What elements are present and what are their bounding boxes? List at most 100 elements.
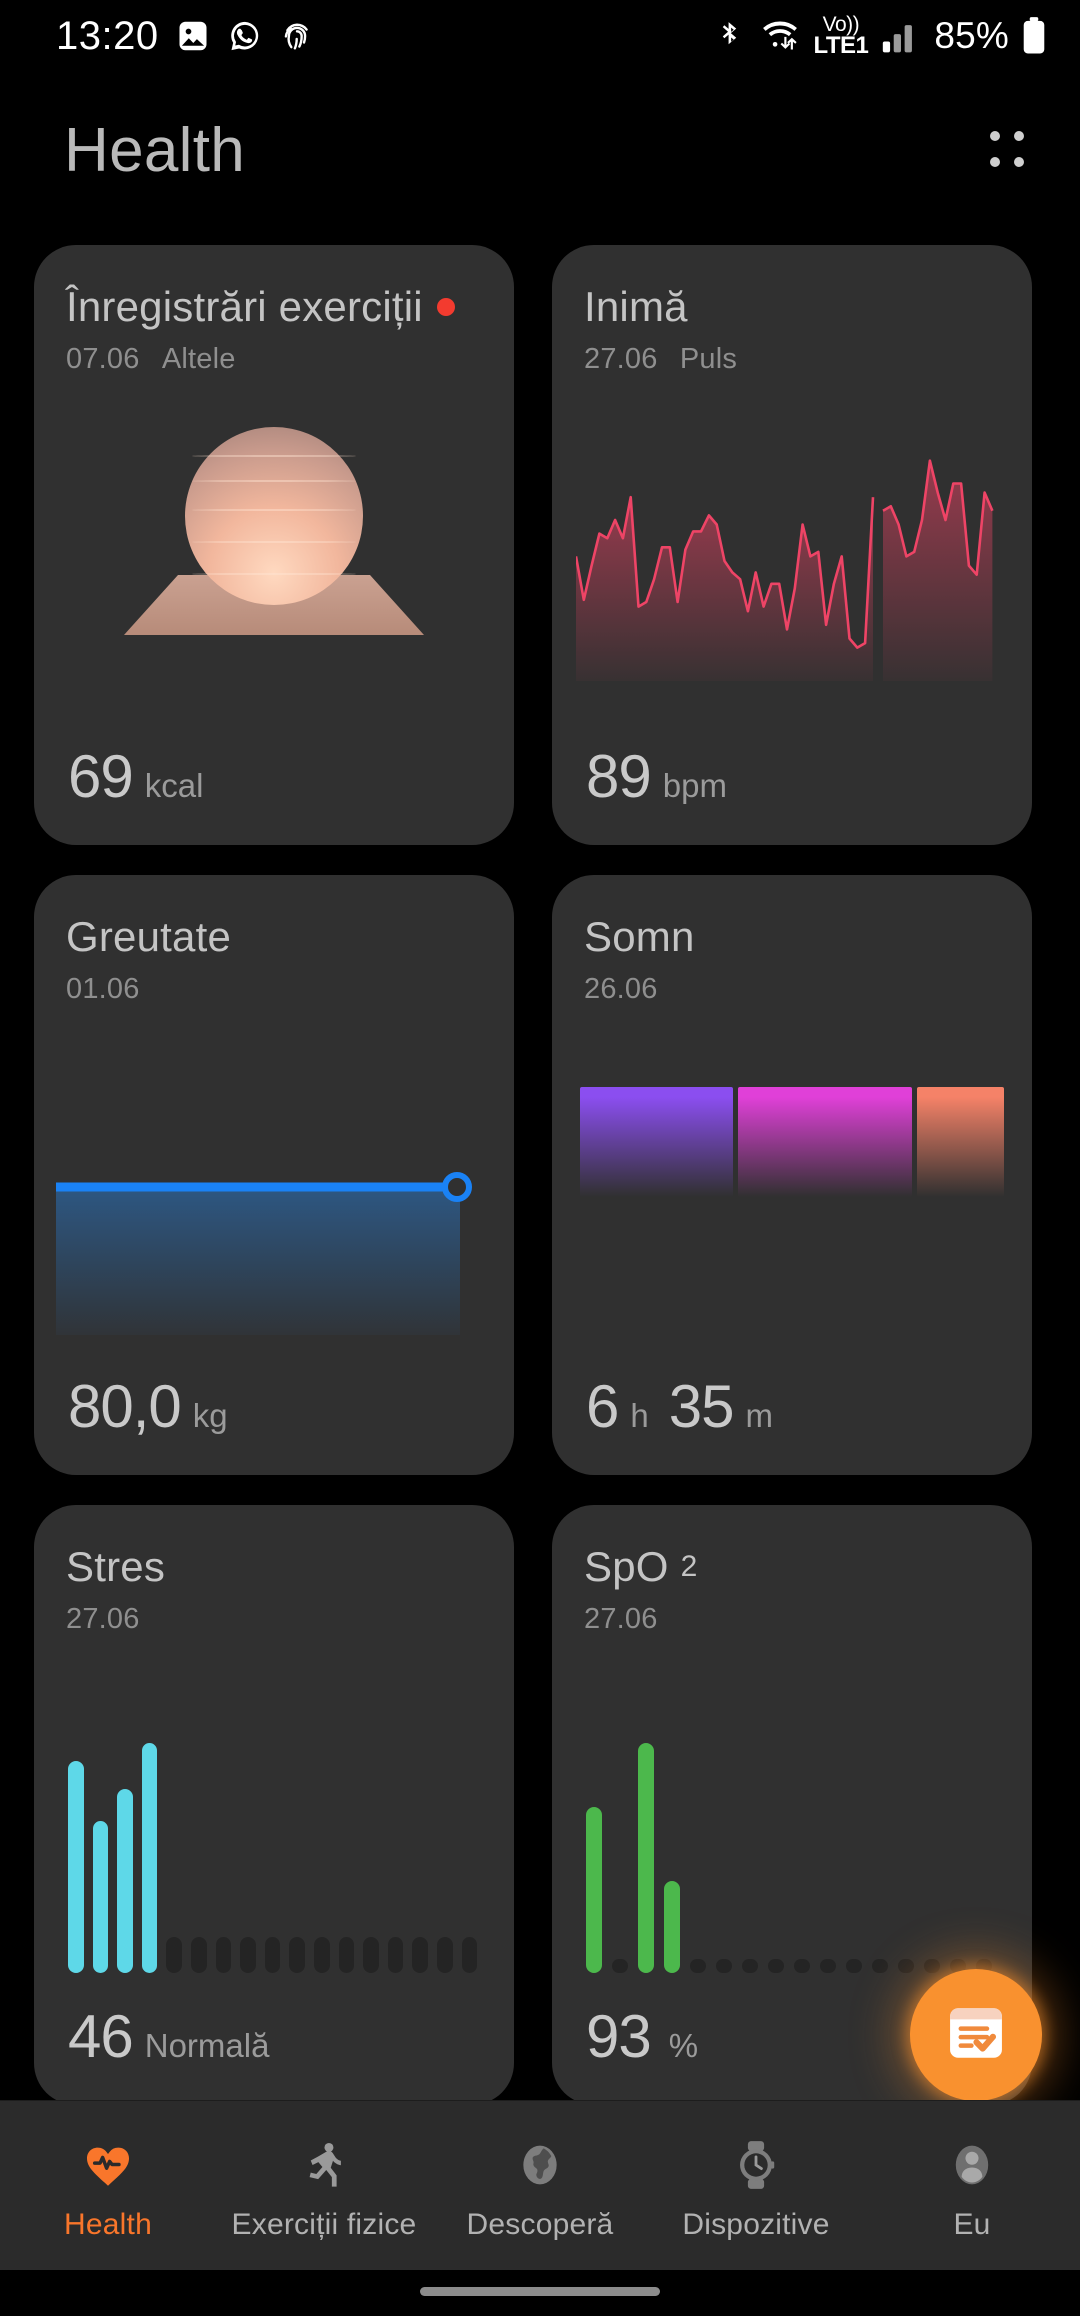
health-cards-grid: Înregistrări exerciții 07.06 Altele 69 k… xyxy=(34,245,1046,2105)
card-value-row: 6 h 35 m xyxy=(586,1372,773,1441)
card-unit-minutes: m xyxy=(745,1397,773,1434)
card-title-text: SpO xyxy=(584,1543,669,1590)
card-value-row: 89 bpm xyxy=(586,742,727,811)
card-stress[interactable]: Stres 27.06 46 Normală xyxy=(34,1505,514,2105)
placeholder-bar xyxy=(215,1937,232,1973)
card-subtitle: 27.06 Puls xyxy=(584,343,1000,376)
card-title: Somn xyxy=(584,913,1000,961)
spo2-bar-chart xyxy=(586,1743,1004,1973)
card-date: 07.06 xyxy=(66,343,140,376)
weight-chart-svg xyxy=(51,1182,465,1335)
placeholder-bar xyxy=(166,1937,182,1973)
image-icon xyxy=(175,18,211,54)
card-subtitle: 27.06 xyxy=(584,1603,1000,1636)
data-bar xyxy=(638,1743,654,1973)
card-value-hours: 6 xyxy=(586,1373,619,1440)
weight-end-marker xyxy=(442,1172,472,1202)
placeholder-bar xyxy=(716,1959,732,1973)
card-subtitle: 01.06 xyxy=(66,973,482,1006)
nav-item-devices[interactable]: Dispozitive xyxy=(648,2130,864,2242)
add-record-fab[interactable] xyxy=(910,1969,1042,2101)
card-weight[interactable]: Greutate 01.06 80,0 kg xyxy=(34,875,514,1475)
card-title-text: Stres xyxy=(66,1543,166,1590)
battery-icon xyxy=(1022,17,1046,55)
card-subtitle-text: Puls xyxy=(679,343,738,376)
card-date: 01.06 xyxy=(66,973,140,1006)
placeholder-bar xyxy=(264,1937,281,1973)
card-date: 27.06 xyxy=(584,1603,658,1636)
grid-dot xyxy=(1014,131,1024,141)
data-bar xyxy=(664,1881,680,1973)
exercise-ball xyxy=(185,427,363,605)
card-subtitle: 27.06 xyxy=(66,1603,482,1636)
placeholder-bar xyxy=(436,1937,453,1973)
card-title: Inimă xyxy=(584,283,1000,331)
nav-label: Health xyxy=(64,2207,152,2241)
card-unit-hours: h xyxy=(630,1397,649,1434)
person-avatar-icon xyxy=(945,2130,999,2192)
placeholder-bar xyxy=(289,1937,305,1973)
card-value: 46 xyxy=(68,2003,134,2070)
placeholder-bar xyxy=(240,1937,256,1973)
nav-label: Descoperă xyxy=(466,2207,614,2241)
card-title: Înregistrări exerciții xyxy=(66,283,482,331)
nav-item-me[interactable]: Eu xyxy=(864,2130,1080,2242)
card-date: 26.06 xyxy=(584,973,658,1006)
bluetooth-icon xyxy=(713,19,747,53)
card-value-row: 93 % xyxy=(586,2002,698,2071)
nav-item-discover[interactable]: Descoperă xyxy=(432,2130,648,2242)
status-bar: 13:20 Vo)) LTE1 85% xyxy=(0,0,1080,72)
fingerprint-icon xyxy=(279,18,315,54)
placeholder-bar xyxy=(872,1959,888,1973)
placeholder-bar xyxy=(846,1959,862,1973)
card-value: 69 xyxy=(68,743,134,810)
data-bar xyxy=(586,1807,602,1973)
watch-icon xyxy=(729,2130,783,2192)
card-sleep[interactable]: Somn 26.06 6 h 35 m xyxy=(552,875,1032,1475)
placeholder-bar xyxy=(690,1959,706,1973)
placeholder-bar xyxy=(612,1959,628,1973)
card-exercise-records[interactable]: Înregistrări exerciții 07.06 Altele 69 k… xyxy=(34,245,514,845)
placeholder-bar xyxy=(820,1959,836,1973)
grid-dot xyxy=(1014,157,1024,167)
card-title: Greutate xyxy=(66,913,482,961)
app-header: Health xyxy=(0,95,1080,205)
placeholder-bar xyxy=(412,1937,428,1973)
card-value: 80,0 xyxy=(68,1373,182,1440)
nav-label: Eu xyxy=(953,2207,991,2241)
data-bar xyxy=(141,1743,158,1973)
gesture-bar[interactable] xyxy=(420,2287,660,2296)
card-unit: Normală xyxy=(144,2027,270,2064)
sleep-stage-block xyxy=(738,1087,913,1197)
sleep-stage-block xyxy=(917,1087,1004,1197)
card-subtitle: 26.06 xyxy=(584,973,1000,1006)
card-value: 89 xyxy=(586,743,652,810)
status-bar-left: 13:20 xyxy=(56,14,315,59)
card-unit: % xyxy=(668,2027,699,2064)
card-unit: kg xyxy=(192,1397,228,1434)
grid-dots-icon[interactable] xyxy=(974,119,1036,181)
card-value-row: 46 Normală xyxy=(68,2002,269,2071)
card-heart[interactable]: Inimă 27.06 Puls 89 bpm xyxy=(552,245,1032,845)
data-bar xyxy=(117,1789,133,1973)
status-bar-right: Vo)) LTE1 85% xyxy=(713,14,1046,58)
sleep-stages-chart xyxy=(580,1087,1004,1197)
nav-label: Dispozitive xyxy=(682,2207,830,2241)
stress-bar-chart xyxy=(68,1743,486,1973)
heart-rate-svg xyxy=(574,459,994,681)
placeholder-bar xyxy=(924,1959,940,1973)
whatsapp-icon xyxy=(227,18,263,54)
data-bar xyxy=(92,1821,109,1973)
nav-item-exercises[interactable]: Exerciții fizice xyxy=(216,2130,432,2242)
heart-pulse-icon xyxy=(80,2130,136,2192)
card-title-text: Greutate xyxy=(66,913,232,960)
nav-item-health[interactable]: Health xyxy=(0,2130,216,2242)
card-value: 93 xyxy=(586,2003,652,2070)
card-title-text: Inimă xyxy=(584,283,688,330)
placeholder-bar xyxy=(768,1959,784,1973)
running-person-icon xyxy=(297,2130,351,2192)
exercise-ball-illustration xyxy=(34,423,514,663)
card-title-text: Somn xyxy=(584,913,695,960)
card-subtitle: 07.06 Altele xyxy=(66,343,482,376)
signal-icon xyxy=(881,19,921,53)
